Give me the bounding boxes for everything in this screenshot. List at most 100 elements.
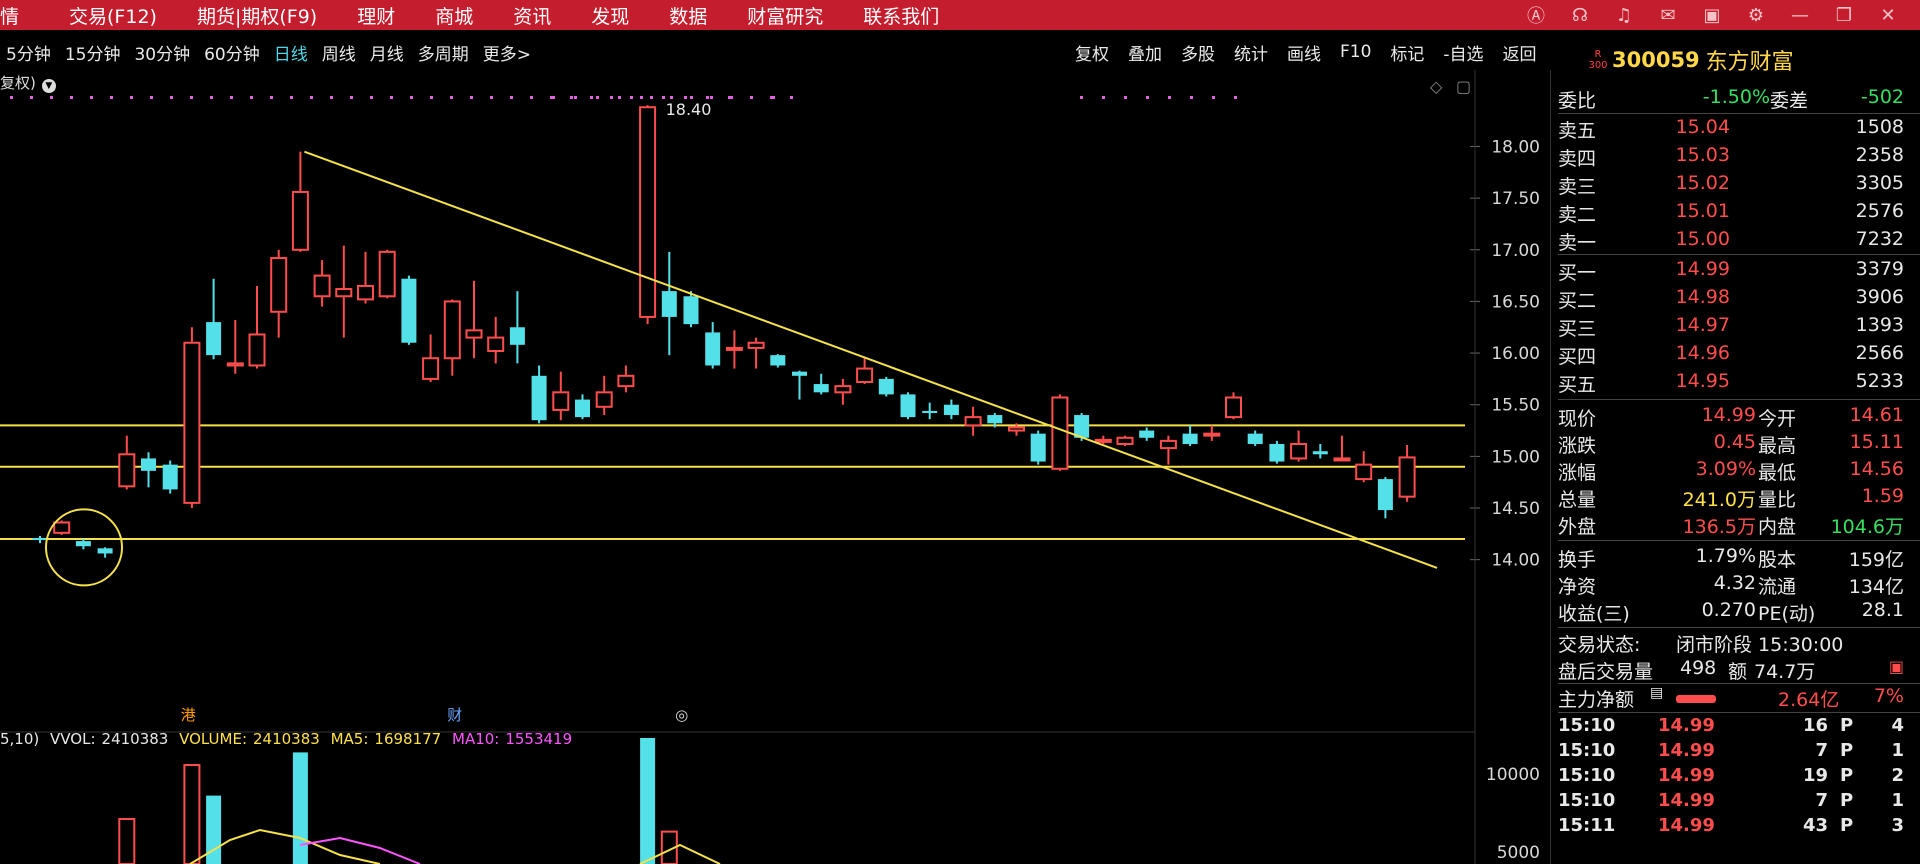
top-dot-marker (70, 96, 73, 99)
top-dot-marker (1168, 96, 1171, 99)
box-icon[interactable]: ▣ (1690, 5, 1734, 26)
menu-item-8[interactable]: 财富研究 (747, 2, 823, 29)
list-icon[interactable]: ▤ (1650, 685, 1663, 701)
tool-button-2[interactable]: 多股 (1181, 40, 1215, 65)
alert-icon[interactable]: ♫ (1602, 5, 1646, 26)
period-tab-8[interactable]: 更多> (483, 40, 531, 65)
minimize-icon[interactable]: — (1778, 5, 1822, 26)
message-icon[interactable]: ✉ (1646, 5, 1690, 26)
period-tab-3[interactable]: 60分钟 (204, 40, 260, 65)
weicha-value: -502 (1860, 86, 1904, 108)
ask-row[interactable]: 卖五 15.04 1508 (1558, 116, 1920, 144)
menu-item-0[interactable]: 情 (0, 2, 19, 29)
stat-label-2: 内盘 (1758, 516, 1797, 538)
menu-item-4[interactable]: 商城 (435, 2, 473, 29)
period-tab-1[interactable]: 15分钟 (65, 40, 121, 65)
stock-header: R 300 300059 东方财富 (1586, 44, 1794, 76)
top-dot-marker (728, 96, 731, 99)
menu-item-7[interactable]: 数据 (669, 2, 707, 29)
menu-item-3[interactable]: 理财 (357, 2, 395, 29)
candle-body (1269, 443, 1285, 462)
stat-value-2: 15.11 (1849, 431, 1904, 453)
tool-button-5[interactable]: F10 (1340, 42, 1371, 62)
top-dot-marker (670, 96, 673, 99)
top-dot-marker (350, 96, 353, 99)
ask-volume: 2358 (1855, 144, 1904, 166)
bid-row[interactable]: 买一 14.99 3379 (1558, 258, 1920, 286)
top-dot-marker (150, 96, 153, 99)
tool-button-7[interactable]: -自选 (1443, 40, 1483, 65)
menu-item-1[interactable]: 交易(F12) (69, 2, 157, 29)
y-tick-label: 15.00 (1491, 447, 1540, 467)
top-dot-marker (630, 96, 633, 99)
ai-icon[interactable]: Ⓐ (1514, 2, 1558, 28)
bid-price: 14.95 (1675, 370, 1730, 392)
bid-label: 买一 (1558, 262, 1597, 284)
tool-button-3[interactable]: 统计 (1234, 40, 1268, 65)
candle-body (335, 288, 353, 298)
chart-event-marker: 财 (447, 706, 462, 724)
divider (1558, 113, 1920, 114)
calendar-icon[interactable]: ▣ (1889, 657, 1904, 676)
stat-label: 总量 (1558, 489, 1597, 511)
candle-body (552, 391, 570, 411)
ask-row[interactable]: 卖二 15.01 2576 (1558, 200, 1920, 228)
candle-body (747, 341, 765, 349)
fund-value: 1.79% (1695, 545, 1756, 567)
volume-bar (640, 738, 656, 864)
top-dot-marker (390, 96, 393, 99)
candle-body (248, 333, 266, 367)
trade-row: 15:10 14.99 19 P 2 (1558, 765, 1920, 791)
candle-body (792, 371, 807, 376)
divider (1558, 627, 1920, 628)
candle-body (922, 410, 938, 413)
period-tab-2[interactable]: 30分钟 (134, 40, 190, 65)
stock-badge: R 300 (1588, 49, 1608, 71)
bid-row[interactable]: 买四 14.96 2566 (1558, 342, 1920, 370)
menu-item-5[interactable]: 资讯 (513, 2, 551, 29)
close-icon[interactable]: ✕ (1866, 5, 1910, 26)
ask-row[interactable]: 卖四 15.03 2358 (1558, 144, 1920, 172)
weicha-label: 委差 (1770, 90, 1809, 112)
main-flow-row[interactable]: 主力净额 ▤ 2.64亿 7% (1558, 685, 1920, 713)
tool-button-6[interactable]: 标记 (1390, 40, 1424, 65)
top-dot-marker (530, 96, 533, 99)
top-dot-marker (470, 96, 473, 99)
weibi-value: -1.50% (1702, 86, 1770, 108)
period-tab-7[interactable]: 多周期 (418, 40, 469, 65)
bid-row[interactable]: 买二 14.98 3906 (1558, 286, 1920, 314)
tool-button-0[interactable]: 复权 (1075, 40, 1109, 65)
candle-body (1312, 451, 1328, 455)
bid-row[interactable]: 买五 14.95 5233 (1558, 370, 1920, 398)
top-dot-marker (190, 96, 193, 99)
candle-body (270, 257, 288, 313)
restore-icon[interactable]: ❐ (1822, 5, 1866, 26)
candle-body (531, 375, 547, 421)
ask-row[interactable]: 卖一 15.00 7232 (1558, 228, 1920, 256)
menu-item-2[interactable]: 期货|期权(F9) (197, 2, 317, 29)
ask-row[interactable]: 卖三 15.02 3305 (1558, 172, 1920, 200)
menu-item-9[interactable]: 联系我们 (863, 2, 939, 29)
tool-button-1[interactable]: 叠加 (1128, 40, 1162, 65)
tool-button-8[interactable]: 返回 (1503, 40, 1537, 65)
y-tick-label: 17.50 (1491, 189, 1540, 209)
adjust-tag[interactable]: 复权) ▼ (0, 72, 56, 93)
bid-row[interactable]: 买三 14.97 1393 (1558, 314, 1920, 342)
headset-icon[interactable]: ☊ (1558, 5, 1602, 26)
top-dot-marker (490, 96, 493, 99)
tool-button-4[interactable]: 画线 (1287, 40, 1321, 65)
expand-icon: ▢ (1456, 77, 1471, 96)
period-tab-6[interactable]: 月线 (370, 40, 404, 65)
gear-icon[interactable]: ⚙ (1734, 5, 1778, 26)
candle-body (53, 521, 71, 534)
period-tab-4[interactable]: 日线 (274, 40, 308, 65)
period-tab-0[interactable]: 5分钟 (6, 40, 51, 65)
stat-label: 涨跌 (1558, 435, 1597, 457)
chart-event-marker: ◎ (675, 706, 688, 724)
adjust-dropdown-icon[interactable]: ▼ (41, 79, 56, 93)
trade-time: 15:11 (1558, 815, 1616, 836)
top-dot-marker (662, 96, 665, 99)
period-tab-5[interactable]: 周线 (322, 40, 356, 65)
menu-item-6[interactable]: 发现 (591, 2, 629, 29)
stock-name[interactable]: 东方财富 (1706, 44, 1794, 76)
